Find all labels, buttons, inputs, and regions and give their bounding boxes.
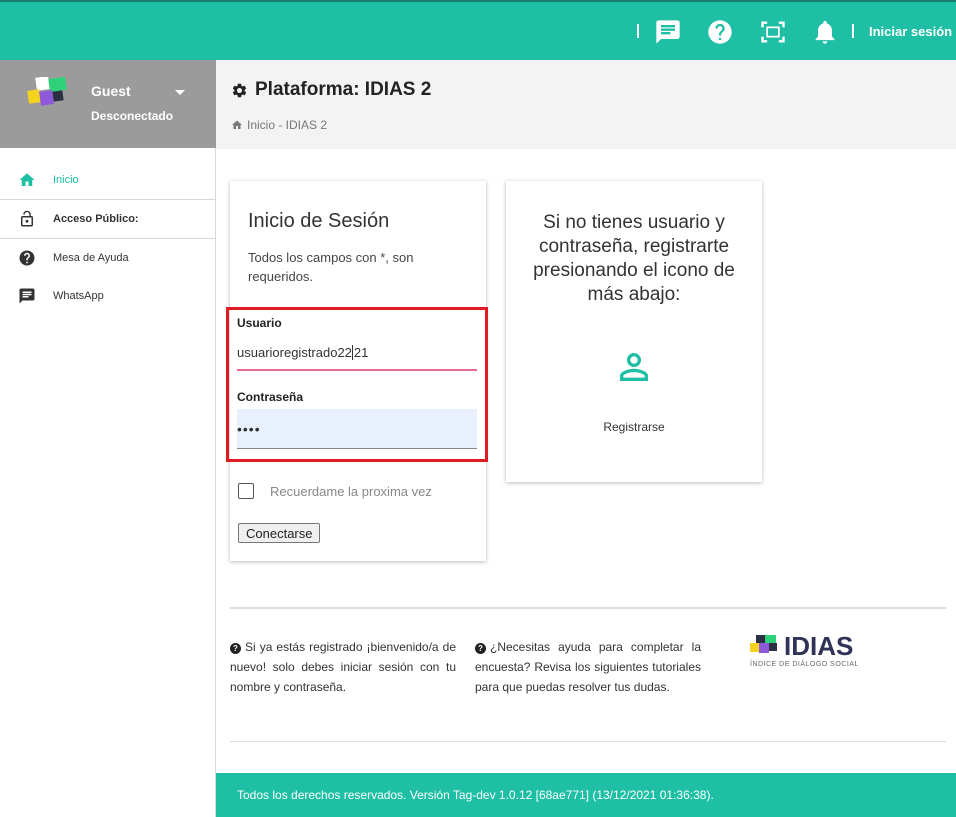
main-content: Inicio de Sesión Todos los campos con *,…	[216, 149, 956, 773]
question-icon: ?	[230, 643, 241, 654]
sidebar-item-inicio[interactable]: Inicio	[0, 161, 216, 199]
sidebar-item-label: Mesa de Ayuda	[53, 252, 129, 264]
username-value-start: usuarioregistrado22	[237, 344, 352, 360]
username-label: Usuario	[237, 316, 282, 330]
required-fields-note: Todos los campos con *, son requeridos.	[248, 250, 414, 284]
remember-me[interactable]: Recuerdame la proxima vez	[238, 483, 432, 499]
register-instructions: Si no tienes usuario y contraseña, regis…	[533, 212, 735, 305]
credentials-highlight: Usuario usuarioregistrado22 21 Contraseña…	[226, 307, 488, 462]
breadcrumb-text[interactable]: Inicio - IDIAS 2	[247, 118, 327, 132]
register-link[interactable]: Registrarse	[506, 420, 762, 434]
top-bar: Iniciar sesión	[0, 0, 956, 60]
help-icon[interactable]	[706, 18, 734, 46]
sidebar-item-mesa-de-ayuda[interactable]: Mesa de Ayuda	[0, 239, 216, 277]
page-title-text: Plataforma: IDIAS 2	[255, 79, 432, 100]
gear-icon	[232, 83, 247, 97]
login-card: Inicio de Sesión Todos los campos con *,…	[226, 181, 488, 561]
page-header: Plataforma: IDIAS 2 Inicio - IDIAS 2	[216, 60, 956, 149]
remember-checkbox[interactable]	[238, 483, 254, 499]
sidebar-nav: Inicio Acceso Público: Mesa de Ayuda Wha…	[0, 161, 216, 315]
info-returning-users: ? Si ya estás registrado ¡bienvenido/a de…	[230, 637, 456, 697]
user-panel: Guest Desconectado	[0, 60, 216, 148]
bell-icon[interactable]	[811, 18, 839, 46]
lock-icon	[18, 210, 36, 228]
fullscreen-icon[interactable]	[759, 18, 787, 46]
remember-label: Recuerdame la proxima vez	[270, 483, 432, 499]
person-icon[interactable]	[613, 346, 655, 388]
page-title: Plataforma: IDIAS 2	[231, 79, 431, 101]
sidebar-item-label: WhatsApp	[53, 290, 104, 302]
info-left-text: Si ya estás registrado ¡bienvenido/a de …	[230, 640, 456, 694]
sidebar-item-whatsapp[interactable]: WhatsApp	[0, 277, 216, 315]
sidebar-item-acceso-publico[interactable]: Acceso Público:	[0, 200, 216, 238]
sidebar-item-label: Acceso Público:	[53, 213, 139, 225]
login-title: Inicio de Sesión	[248, 210, 390, 232]
home-icon	[232, 120, 242, 129]
sidebar-item-label: Inicio	[53, 174, 79, 186]
register-card: Si no tienes usuario y contraseña, regis…	[506, 181, 762, 482]
top-bar-separator	[637, 24, 639, 38]
login-link[interactable]: Iniciar sesión	[869, 24, 952, 39]
info-help: ? ¿Necesitas ayuda para completar la encu…	[475, 637, 701, 697]
password-value: ••••	[237, 420, 261, 437]
footer: Todos los derechos reservados. Versión T…	[216, 773, 956, 817]
user-status: Desconectado	[91, 109, 174, 123]
brand-subtitle: ÍNDICE DE DIÁLOGO SOCIAL	[750, 661, 859, 668]
connect-button[interactable]: Conectarse	[238, 523, 321, 543]
username-field[interactable]: usuarioregistrado22 21	[237, 335, 477, 371]
password-field[interactable]: ••••	[237, 409, 477, 449]
user-name: Guest	[91, 83, 131, 99]
chevron-down-icon[interactable]	[175, 90, 185, 95]
idias-mark-icon	[750, 635, 777, 653]
brand-name: IDIAS	[784, 631, 854, 661]
idias-logo: IDIAS ÍNDICE DE DIÁLOGO SOCIAL	[750, 631, 870, 671]
sidebar: Guest Desconectado Inicio Acceso Público…	[0, 60, 216, 817]
username-value-end: 21	[353, 344, 369, 360]
divider	[230, 741, 946, 742]
question-icon: ?	[475, 643, 486, 654]
chat-icon[interactable]	[654, 18, 682, 46]
info-right-text: ¿Necesitas ayuda para completar la encue…	[475, 640, 701, 694]
footer-text: Todos los derechos reservados. Versión T…	[237, 788, 714, 802]
password-label: Contraseña	[237, 390, 304, 404]
top-bar-separator	[852, 24, 854, 38]
chat-icon	[18, 287, 36, 305]
home-icon	[18, 171, 36, 189]
help-icon	[18, 249, 36, 267]
breadcrumb[interactable]: Inicio - IDIAS 2	[231, 118, 327, 132]
divider	[230, 607, 946, 609]
app-logo	[27, 77, 67, 106]
